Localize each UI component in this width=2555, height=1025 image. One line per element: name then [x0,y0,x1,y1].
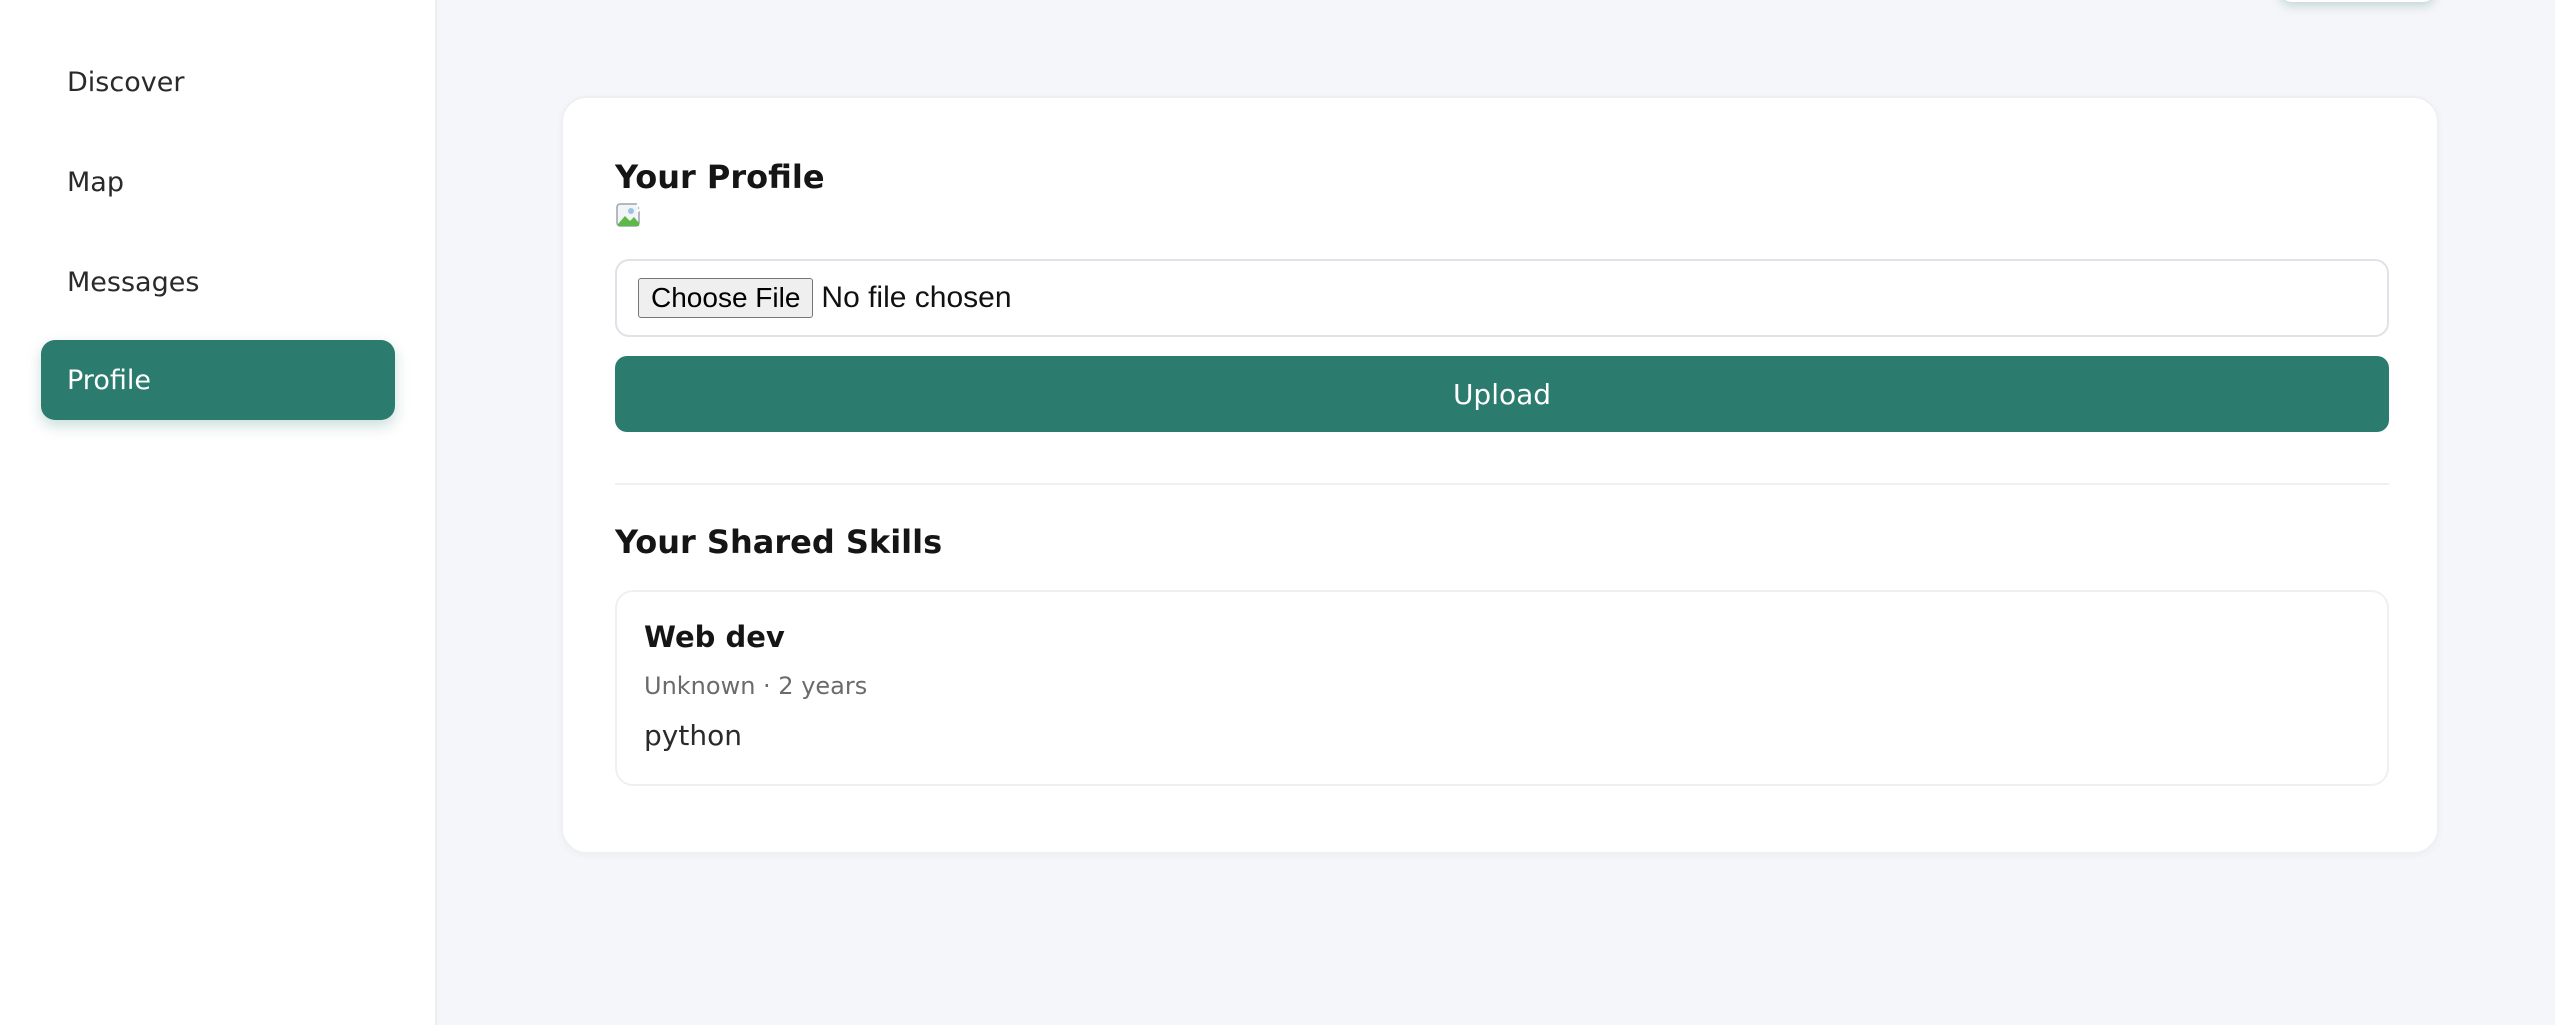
shared-skills-heading: Your Shared Skills [615,523,943,561]
file-input[interactable]: Choose File No file chosen [615,259,2389,337]
skill-card: Web dev Unknown · 2 years python [615,590,2389,786]
sidebar-item-messages[interactable]: Messages [41,242,395,322]
sidebar-item-label: Map [67,166,124,198]
upload-button[interactable]: Upload [615,356,2389,432]
sidebar-item-profile[interactable]: Profile [41,340,395,420]
section-divider [615,483,2389,485]
file-status-text: No file chosen [821,281,1012,314]
header-action-button[interactable] [2280,0,2435,2]
skill-meta: Unknown · 2 years [644,672,868,700]
skill-name: Web dev [644,620,785,654]
sidebar-item-discover[interactable]: Discover [41,42,395,122]
sidebar-item-label: Profile [67,364,151,396]
sidebar-item-label: Messages [67,266,200,298]
profile-heading: Your Profile [615,158,825,196]
app-root: Discover Map Messages Profile Your Profi… [0,0,2555,1025]
sidebar: Discover Map Messages Profile [0,0,437,1025]
upload-button-label: Upload [1452,377,1552,411]
choose-file-button[interactable]: Choose File [638,278,814,318]
skill-description: python [644,719,742,752]
sidebar-item-label: Discover [67,66,185,98]
sidebar-item-map[interactable]: Map [41,142,395,222]
broken-image-icon [615,202,643,230]
profile-card: Your Profile Choose File No file chosen … [561,96,2439,854]
